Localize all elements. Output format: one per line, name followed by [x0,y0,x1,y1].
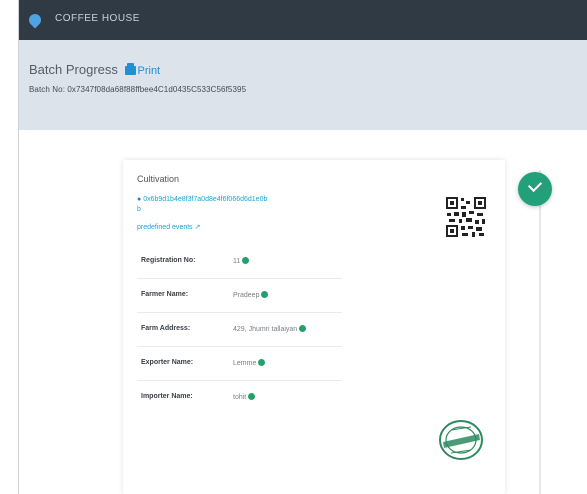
app-frame: COFFEE HOUSE Batch Progress Print Batch … [18,0,587,494]
field-value: tohit [233,393,256,401]
field-row-importer: Importer Name: tohit [137,380,342,414]
field-row-farm-address: Farm Address: 429, Jhumri tallaiyan [137,312,342,347]
batch-number: Batch No: 0x7347f08da68f88ffbee4C1d0435C… [29,85,247,94]
field-value: Lemme [233,359,266,367]
verified-dot-icon [248,393,256,400]
printer-icon [124,63,136,75]
field-value-text: 429, Jhumri tallaiyan [233,326,298,333]
field-row-farmer: Farmer Name: Pradeep [137,278,342,313]
droplet-icon [26,11,44,29]
page-title-row: Batch Progress Print [29,62,160,77]
verified-dot-icon [242,257,250,264]
stage-status-check [518,172,552,206]
field-label: Exporter Name: [141,359,194,366]
stage-card: Cultivation ● 0x6b9d1b4e8f3f7a0d8e4f6f06… [123,160,505,494]
stage-title: Cultivation [137,174,180,184]
certified-stamp-icon [439,420,483,460]
field-value-text: Lemme [233,360,257,367]
page-title: Batch Progress [29,62,118,77]
verified-dot-icon [261,291,269,298]
print-button[interactable]: Print [124,63,161,77]
field-label: Farm Address: [141,325,191,332]
timeline-line [539,170,541,494]
verified-dot-icon [258,359,266,366]
print-label: Print [137,65,161,77]
transaction-hash: 0x6b9d1b4e8f3f7a0d8e4f6f066d6d1e0b [143,196,268,203]
qr-code-icon [445,196,487,238]
app-name[interactable]: COFFEE HOUSE [55,13,140,24]
transaction-link[interactable]: ● 0x6b9d1b4e8f3f7a0d8e4f6f066d6d1e0b b [137,195,347,215]
check-icon [527,177,543,193]
main-content: Cultivation ● 0x6b9d1b4e8f3f7a0d8e4f6f06… [19,130,587,494]
field-value: 11 [233,257,250,265]
top-navbar: COFFEE HOUSE [19,0,587,40]
field-value-text: tohit [233,394,247,401]
page-header: Batch Progress Print Batch No: 0x7347f08… [19,40,587,130]
field-value-text: 11 [233,258,241,265]
transaction-meta-link[interactable]: predefined events ↗ [137,223,200,231]
field-value: 429, Jhumri tallaiyan [233,325,307,333]
field-value-text: Pradeep [233,292,260,299]
verified-dot-icon [299,325,307,332]
field-row-exporter: Exporter Name: Lemme [137,346,342,381]
field-label: Farmer Name: [141,291,189,298]
field-label: Registration No: [141,257,196,264]
field-value: Pradeep [233,291,269,299]
field-label: Importer Name: [141,393,193,400]
field-row-registration: Registration No: 11 [137,244,342,279]
transaction-hash-suffix: b [137,206,141,213]
pin-icon: ● [137,196,142,203]
